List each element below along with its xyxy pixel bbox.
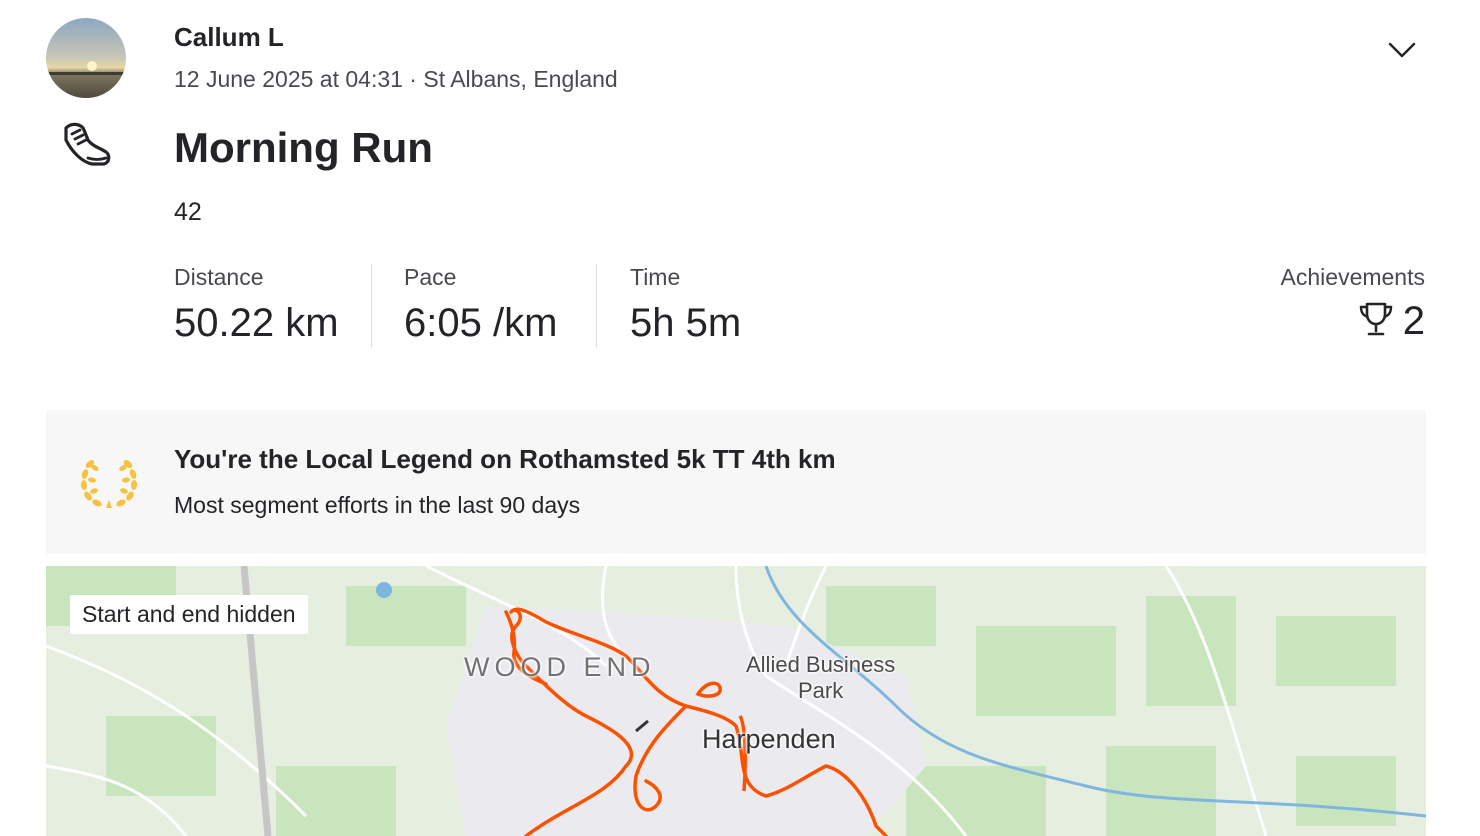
stat-pace-value: 6:05 /km (404, 301, 558, 345)
chevron-down-icon[interactable] (1384, 34, 1420, 66)
achievements-count: 2 (1402, 299, 1425, 343)
activity-title[interactable]: Morning Run (174, 124, 433, 172)
achievements[interactable]: Achievements 2 (1281, 264, 1425, 344)
stat-distance-value: 50.22 km (174, 301, 339, 345)
stat-time: Time 5h 5m (630, 264, 741, 346)
map-label-allied-line1: Allied Business (746, 652, 896, 677)
map-label-wood-end: WOOD END (464, 652, 656, 682)
stat-time-label: Time (630, 264, 681, 290)
map-label-harpenden: Harpenden (702, 724, 836, 754)
athlete-name[interactable]: Callum L (174, 22, 284, 53)
local-legend-subtitle: Most segment efforts in the last 90 days (174, 492, 581, 518)
laurel-icon (76, 454, 142, 512)
stat-pace: Pace 6:05 /km (404, 264, 557, 346)
activity-date-location: 12 June 2025 at 04:31 · St Albans, Engla… (174, 66, 618, 92)
map-label-allied-business-park: Allied Business Park (746, 652, 895, 704)
stat-divider (596, 264, 597, 348)
activity-description: 42 (174, 198, 202, 226)
start-end-hidden-badge: Start and end hidden (70, 595, 308, 634)
route-map[interactable]: Start and end hidden WOOD END Allied Bus… (46, 566, 1426, 836)
map-label-allied-line2: Park (797, 678, 844, 703)
athlete-avatar[interactable] (46, 18, 126, 98)
stat-distance: Distance 50.22 km (174, 264, 339, 346)
stat-time-value: 5h 5m (630, 301, 742, 345)
trophy-icon (1357, 300, 1395, 343)
local-legend-card[interactable]: You're the Local Legend on Rothamsted 5k… (46, 410, 1426, 554)
running-shoe-icon (58, 118, 114, 174)
stat-pace-label: Pace (404, 264, 457, 290)
stat-divider (371, 264, 372, 348)
stat-distance-label: Distance (174, 264, 264, 290)
local-legend-title[interactable]: You're the Local Legend on Rothamsted 5k… (174, 444, 836, 475)
achievements-label: Achievements (1280, 264, 1425, 290)
